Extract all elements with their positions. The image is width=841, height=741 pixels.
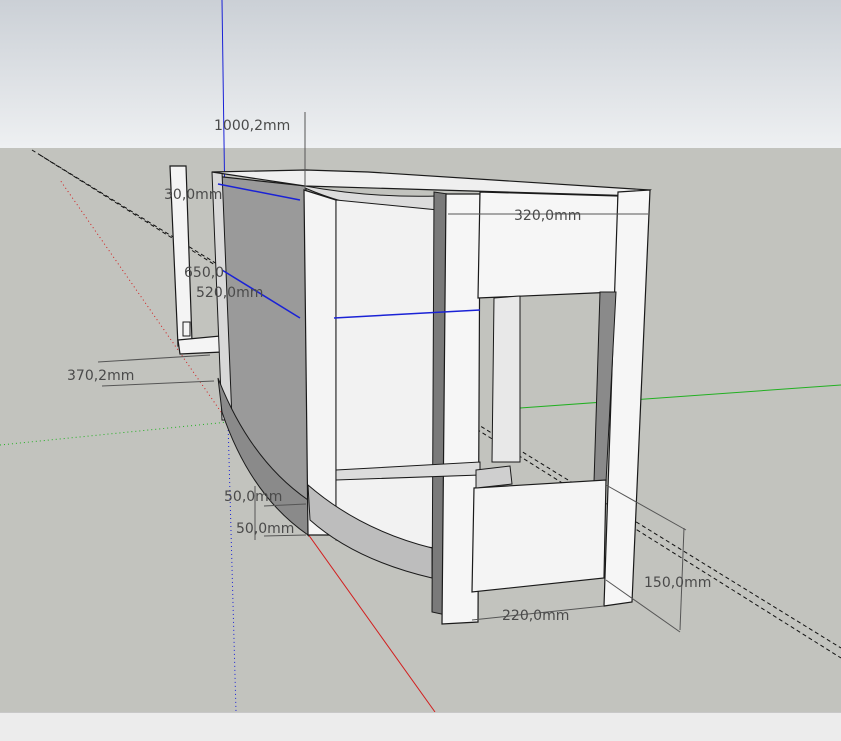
scene-canvas[interactable]: 1000,2mm 30,0mm 650,0 520,0mm 370,2mm 50… (0, 0, 841, 712)
model-viewport[interactable]: 1000,2mm 30,0mm 650,0 520,0mm 370,2mm 50… (0, 0, 841, 712)
drawer-front[interactable] (471, 479, 607, 593)
inner-rear-post (491, 295, 521, 463)
dim-label-drawer-height[interactable]: 150,0mm (644, 575, 711, 591)
dim-label-plinth-lower[interactable]: 50,0mm (236, 521, 294, 537)
dim-label-height[interactable]: 1000,2mm (214, 118, 290, 134)
dim-label-drawer-width[interactable]: 220,0mm (502, 608, 569, 624)
dim-label-plinth-upper[interactable]: 50,0mm (224, 489, 282, 505)
dim-label-top-rail[interactable]: 30,0mm (164, 187, 222, 203)
sky-background (0, 0, 841, 148)
drawer-rail (475, 465, 513, 489)
front-left-post[interactable] (303, 189, 337, 536)
side-panel-bracket (182, 321, 191, 337)
dim-label-inner-height[interactable]: 520,0mm (196, 285, 263, 301)
status-bar (0, 712, 841, 741)
dim-label-depth[interactable]: 370,2mm (67, 368, 134, 384)
inner-panel (335, 199, 439, 549)
dim-label-mid-height[interactable]: 650,0 (184, 265, 224, 281)
dim-label-top-width[interactable]: 320,0mm (514, 208, 581, 224)
